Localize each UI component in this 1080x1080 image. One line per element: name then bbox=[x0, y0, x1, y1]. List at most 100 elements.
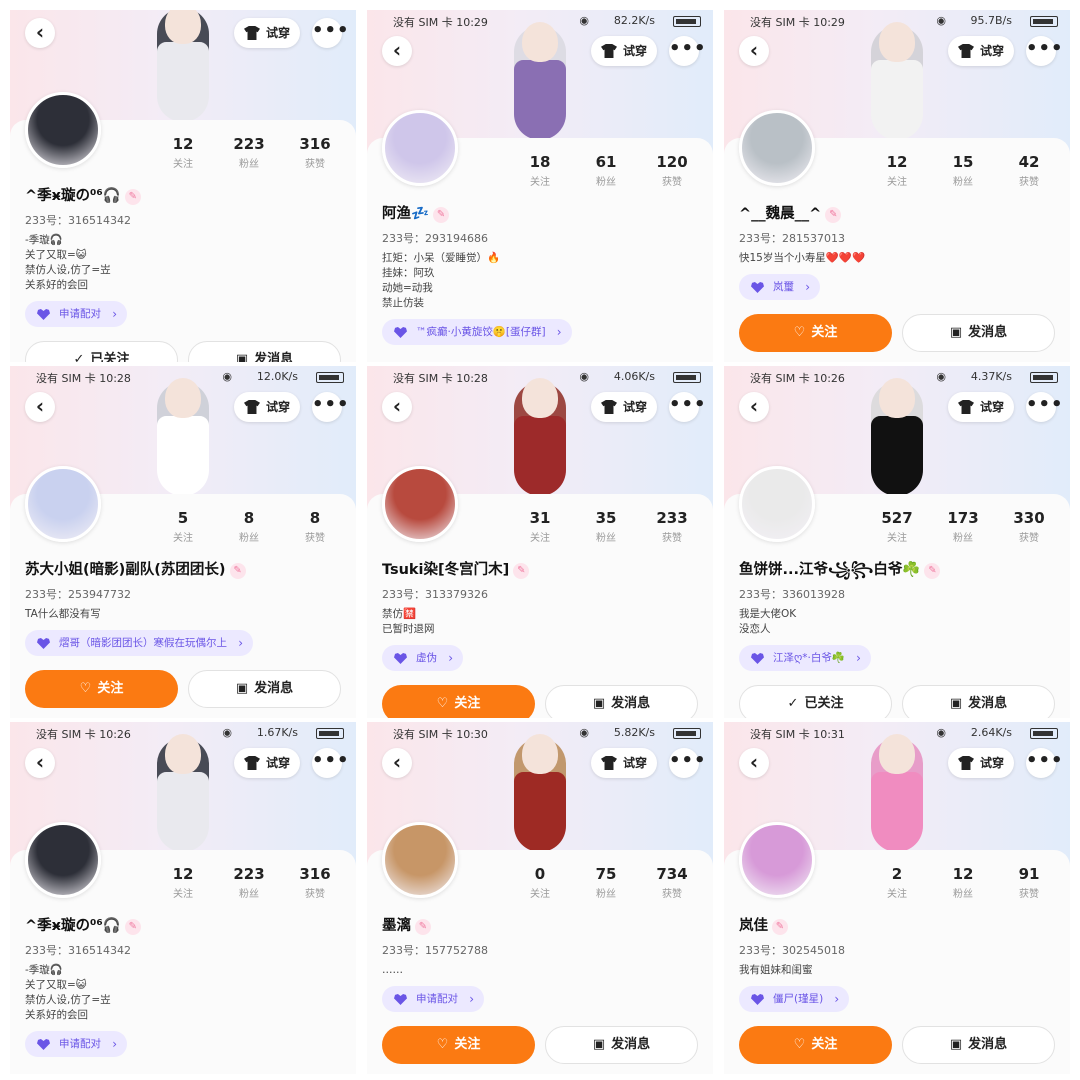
status-speed: 12.0K/s bbox=[256, 370, 298, 383]
stat-following[interactable]: 12 关注 bbox=[150, 135, 216, 170]
bio-line: 我是大佬OK bbox=[739, 608, 797, 620]
stat-following[interactable]: 2 关注 bbox=[864, 865, 930, 900]
back-button[interactable]: ‹ bbox=[25, 392, 55, 422]
stat-fans[interactable]: 15 粉丝 bbox=[930, 153, 996, 188]
pair-tag[interactable]: 岚璽 › bbox=[739, 274, 820, 300]
follow-button[interactable]: ♡ 关注 bbox=[382, 1026, 535, 1064]
message-button[interactable]: ▣ 发消息 bbox=[188, 670, 341, 708]
back-button[interactable]: ‹ bbox=[739, 36, 769, 66]
follow-button[interactable]: ♡ 关注 bbox=[739, 314, 892, 352]
more-button[interactable]: ••• bbox=[312, 392, 349, 422]
try-on-button[interactable]: 试穿 bbox=[948, 36, 1014, 66]
avatar[interactable] bbox=[382, 110, 458, 186]
chevron-right-icon: › bbox=[238, 636, 243, 650]
stat-likes[interactable]: 120 获赞 bbox=[639, 153, 705, 188]
pair-tag[interactable]: 僵尸(瑾星) › bbox=[739, 986, 850, 1012]
followed-button[interactable]: ✓ 已关注 bbox=[739, 685, 892, 718]
bio-line: 扛矩：小呆（爱睡觉）🔥 bbox=[382, 252, 501, 264]
message-button[interactable]: ▣ 发消息 bbox=[188, 341, 341, 362]
more-button[interactable]: ••• bbox=[669, 392, 706, 422]
stat-likes[interactable]: 316 获赞 bbox=[282, 865, 348, 900]
try-on-button[interactable]: 试穿 bbox=[948, 748, 1014, 778]
avatar[interactable] bbox=[739, 822, 815, 898]
more-button[interactable]: ••• bbox=[1026, 36, 1063, 66]
stat-likes[interactable]: 233 获赞 bbox=[639, 509, 705, 544]
avatar[interactable] bbox=[739, 110, 815, 186]
avatar[interactable] bbox=[25, 822, 101, 898]
try-on-button[interactable]: 试穿 bbox=[234, 18, 300, 48]
profile-screen: 没有 SIM 卡 10:31 ◉ 2.64K/s ‹ 试穿 ••• 2 关注 12 粉丝 91 获赞岚… bbox=[724, 722, 1070, 1074]
more-button[interactable]: ••• bbox=[669, 36, 706, 66]
stat-likes[interactable]: 8 获赞 bbox=[282, 509, 348, 544]
stat-following[interactable]: 18 关注 bbox=[507, 153, 573, 188]
stat-fans-count: 173 bbox=[947, 509, 979, 527]
tshirt-icon bbox=[601, 756, 617, 770]
status-bar: 没有 SIM 卡 10:30 ◉ 5.82K/s bbox=[393, 726, 701, 742]
pair-tag[interactable]: 申请配对 › bbox=[382, 986, 484, 1012]
follow-button[interactable]: ♡ 关注 bbox=[25, 670, 178, 708]
pair-tag[interactable]: 熠哥（暗影团团长）寒假在玩偶尔上 › bbox=[25, 630, 253, 656]
message-button[interactable]: ▣ 发消息 bbox=[545, 1026, 698, 1064]
avatar[interactable] bbox=[382, 466, 458, 542]
followed-button[interactable]: ✓ 已关注 bbox=[25, 341, 178, 362]
stat-following[interactable]: 0 关注 bbox=[507, 865, 573, 900]
profile-screen: 没有 SIM 卡 10:26 ◉ 1.67K/s ‹ 试穿 ••• 12 关注 223 粉丝 316… bbox=[10, 722, 356, 1074]
stat-fans[interactable]: 8 粉丝 bbox=[216, 509, 282, 544]
stat-following[interactable]: 5 关注 bbox=[150, 509, 216, 544]
more-button[interactable]: ••• bbox=[312, 18, 349, 48]
more-button[interactable]: ••• bbox=[669, 748, 706, 778]
stat-fans[interactable]: 173 粉丝 bbox=[930, 509, 996, 544]
back-button[interactable]: ‹ bbox=[382, 392, 412, 422]
more-button[interactable]: ••• bbox=[1026, 748, 1063, 778]
stat-fans[interactable]: 223 粉丝 bbox=[216, 865, 282, 900]
follow-label: 关注 bbox=[811, 325, 838, 340]
try-on-button[interactable]: 试穿 bbox=[591, 36, 657, 66]
stat-fans[interactable]: 223 粉丝 bbox=[216, 135, 282, 170]
message-button[interactable]: ▣ 发消息 bbox=[902, 314, 1055, 352]
status-speed: 4.06K/s bbox=[613, 370, 655, 383]
stat-fans[interactable]: 61 粉丝 bbox=[573, 153, 639, 188]
stat-likes[interactable]: 42 获赞 bbox=[996, 153, 1062, 188]
stat-likes[interactable]: 316 获赞 bbox=[282, 135, 348, 170]
back-button[interactable]: ‹ bbox=[382, 36, 412, 66]
avatar[interactable] bbox=[382, 822, 458, 898]
avatar[interactable] bbox=[25, 92, 101, 168]
avatar-3d-figure bbox=[492, 22, 588, 144]
back-button[interactable]: ‹ bbox=[382, 748, 412, 778]
try-on-button[interactable]: 试穿 bbox=[234, 748, 300, 778]
message-button[interactable]: ▣ 发消息 bbox=[545, 685, 698, 718]
stat-following[interactable]: 31 关注 bbox=[507, 509, 573, 544]
stat-likes[interactable]: 330 获赞 bbox=[996, 509, 1062, 544]
avatar[interactable] bbox=[739, 466, 815, 542]
message-button[interactable]: ▣ 发消息 bbox=[902, 1026, 1055, 1064]
stat-following[interactable]: 527 关注 bbox=[864, 509, 930, 544]
pair-tag[interactable]: 申请配对 › bbox=[25, 301, 127, 327]
stat-likes[interactable]: 91 获赞 bbox=[996, 865, 1062, 900]
back-button[interactable]: ‹ bbox=[739, 392, 769, 422]
stat-fans[interactable]: 75 粉丝 bbox=[573, 865, 639, 900]
stat-following[interactable]: 12 关注 bbox=[150, 865, 216, 900]
more-button[interactable]: ••• bbox=[312, 748, 349, 778]
back-button[interactable]: ‹ bbox=[739, 748, 769, 778]
pair-tag[interactable]: ™疯癫·小黄旋饺🤫[蛋仔群] › bbox=[382, 319, 572, 345]
try-on-button[interactable]: 试穿 bbox=[591, 748, 657, 778]
try-on-button[interactable]: 试穿 bbox=[948, 392, 1014, 422]
stat-fans-label: 粉丝 bbox=[596, 177, 616, 188]
more-button[interactable]: ••• bbox=[1026, 392, 1063, 422]
pair-tag[interactable]: 虚伪 › bbox=[382, 645, 463, 671]
try-on-button[interactable]: 试穿 bbox=[591, 392, 657, 422]
follow-button[interactable]: ♡ 关注 bbox=[739, 1026, 892, 1064]
pair-tag[interactable]: 江泽ღ*·白爷☘️ › bbox=[739, 645, 871, 671]
stat-fans[interactable]: 35 粉丝 bbox=[573, 509, 639, 544]
stat-likes-label: 获赞 bbox=[1019, 889, 1039, 900]
message-button[interactable]: ▣ 发消息 bbox=[902, 685, 1055, 718]
avatar[interactable] bbox=[25, 466, 101, 542]
stat-following[interactable]: 12 关注 bbox=[864, 153, 930, 188]
try-on-button[interactable]: 试穿 bbox=[234, 392, 300, 422]
back-button[interactable]: ‹ bbox=[25, 18, 55, 48]
pair-tag[interactable]: 申请配对 › bbox=[25, 1031, 127, 1057]
follow-button[interactable]: ♡ 关注 bbox=[382, 685, 535, 718]
stat-likes[interactable]: 734 获赞 bbox=[639, 865, 705, 900]
stat-fans[interactable]: 12 粉丝 bbox=[930, 865, 996, 900]
back-button[interactable]: ‹ bbox=[25, 748, 55, 778]
